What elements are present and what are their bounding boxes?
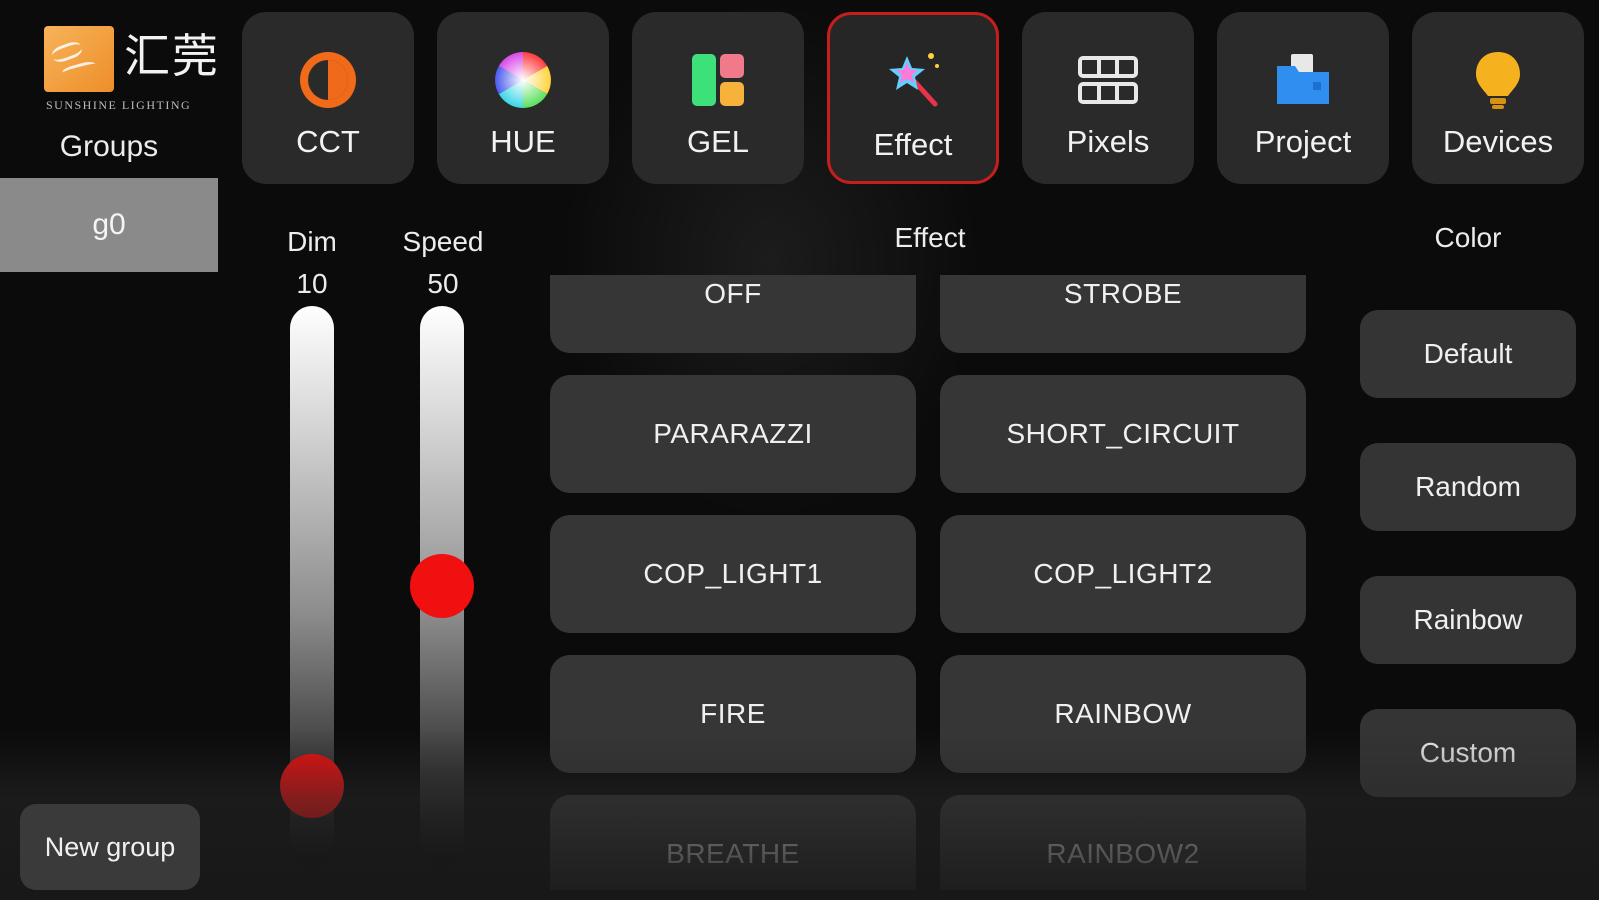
logo-mark-icon [44,26,114,92]
gel-icon [692,54,744,106]
speed-slider-handle[interactable] [410,554,474,618]
speed-label: Speed [402,226,484,257]
dim-label: Dim [287,226,337,257]
tab-label: GEL [686,124,750,159]
effect-button-cop-light2[interactable]: COP_LIGHT2 [940,515,1306,633]
tab-hue[interactable]: HUE [437,12,609,184]
groups-title: Groups [59,130,159,163]
tab-devices[interactable]: Devices [1412,12,1584,184]
effect-button-off[interactable]: OFF [550,275,916,353]
dim-slider-handle[interactable] [280,754,344,818]
dim-value: 10 [296,268,328,299]
effect-button-breathe[interactable]: BREATHE [550,795,916,890]
brand-logo: 汇莞 SUNSHINE LIGHTING [44,22,224,122]
tab-label: Devices [1442,124,1554,159]
color-rainbow-button[interactable]: Rainbow [1360,576,1576,664]
tab-project[interactable]: Project [1217,12,1389,184]
color-section-title: Color [1434,222,1502,253]
effect-section-title: Effect [894,222,966,253]
effect-button-pararazzi[interactable]: PARARAZZI [550,375,916,493]
tab-gel[interactable]: GEL [632,12,804,184]
folder-icon [1277,54,1329,104]
cct-icon [300,52,356,108]
tab-cct[interactable]: CCT [242,12,414,184]
magic-wand-icon [889,53,939,107]
tab-label: Pixels [1066,124,1150,159]
tab-label: HUE [490,124,556,159]
tab-pixels[interactable]: Pixels [1022,12,1194,184]
effect-button-short-circuit[interactable]: SHORT_CIRCUIT [940,375,1306,493]
group-item-g0[interactable]: g0 [0,178,218,272]
speed-value: 50 [427,268,459,299]
logo-chinese-name: 汇莞 [124,29,220,83]
tab-label: Effect [873,127,953,162]
logo-english-name: SUNSHINE LIGHTING [46,98,192,112]
pixels-icon [1078,56,1138,104]
tab-label: CCT [296,124,360,159]
effect-button-fire[interactable]: FIRE [550,655,916,773]
tab-label: Project [1254,124,1352,159]
effect-button-cop-light1[interactable]: COP_LIGHT1 [550,515,916,633]
new-group-button[interactable]: New group [20,804,200,890]
color-custom-button[interactable]: Custom [1360,709,1576,797]
effect-button-rainbow[interactable]: RAINBOW [940,655,1306,773]
color-random-button[interactable]: Random [1360,443,1576,531]
effect-button-strobe[interactable]: STROBE [940,275,1306,353]
lightbulb-icon [1476,52,1520,109]
hue-wheel-icon [495,52,551,108]
color-default-button[interactable]: Default [1360,310,1576,398]
effect-list[interactable]: OFF STROBE PARARAZZI SHORT_CIRCUIT COP_LIGHT… [550,275,1310,890]
tab-effect[interactable]: Effect [827,12,999,184]
effect-button-rainbow2[interactable]: RAINBOW2 [940,795,1306,890]
